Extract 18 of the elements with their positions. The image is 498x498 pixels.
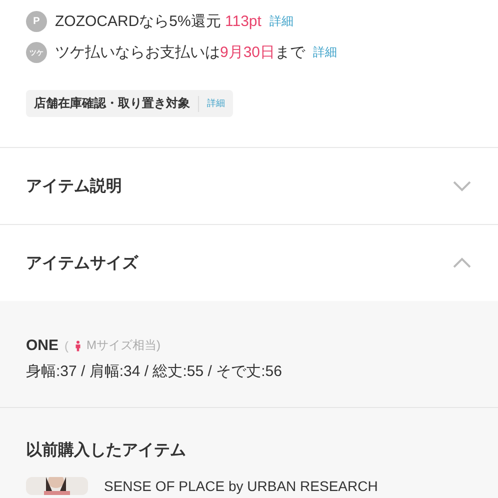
size-measurements: 身幅:37 / 肩幅:34 / 総丈:55 / そで丈:56 xyxy=(26,362,283,381)
note-paren: ( xyxy=(64,338,69,352)
person-icon xyxy=(74,340,81,352)
accordion-header[interactable]: アイテムサイズ xyxy=(0,224,498,301)
details-link[interactable]: 詳細 xyxy=(313,44,338,61)
section-title: アイテムサイズ xyxy=(26,254,138,274)
section-title: 以前購入したアイテム xyxy=(26,440,187,461)
benefit-text: ツケ払いならお支払いは9月30日 まで xyxy=(55,43,306,62)
tag-label: 店舗在庫確認・取り置き対象 xyxy=(34,95,190,112)
details-link[interactable]: 詳細 xyxy=(269,13,294,30)
benefit-text: ZOZOCARDなら5%還元 113pt xyxy=(55,12,262,31)
accordion-header[interactable]: アイテム説明 xyxy=(0,147,498,224)
section-title: アイテム説明 xyxy=(26,176,122,196)
badge-icon: P xyxy=(26,11,47,32)
details-link[interactable]: 詳細 xyxy=(207,97,225,110)
brand-name: SENSE OF PLACE by URBAN RESEARCH xyxy=(104,477,378,495)
size-note: Mサイズ相当) xyxy=(86,337,161,354)
size-name: ONE xyxy=(26,337,59,354)
